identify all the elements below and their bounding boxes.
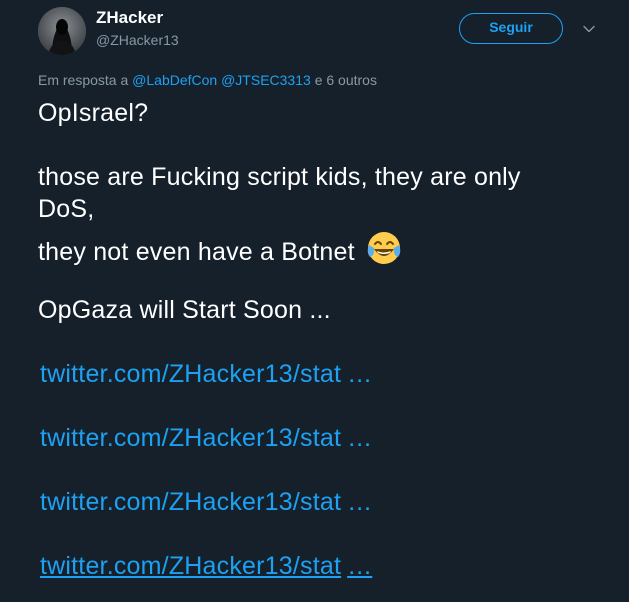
tweet-link-ellipsis: … xyxy=(347,552,373,580)
tweet-link-url: twitter.com/ZHacker13/stat xyxy=(40,552,342,580)
mention-link-labdefcon[interactable]: @LabDefCon xyxy=(132,72,217,88)
reply-prefix: Em resposta a xyxy=(38,72,129,88)
tweet-link[interactable]: twitter.com/ZHacker13/stat… xyxy=(40,358,372,390)
avatar[interactable] xyxy=(38,7,86,55)
tweet-text-line: OpGaza will Start Soon ... xyxy=(38,296,331,324)
tweet-text-line: OpIsrael? xyxy=(38,99,149,127)
tweet-link-url: twitter.com/ZHacker13/stat xyxy=(40,424,342,452)
tweet-link[interactable]: twitter.com/ZHacker13/stat… xyxy=(40,486,372,518)
tweet-link-ellipsis: … xyxy=(347,424,373,452)
reply-suffix: e 6 outros xyxy=(314,72,377,88)
tweet-link-ellipsis: … xyxy=(347,488,373,516)
tweet-text: they not even have a Botnet xyxy=(38,238,355,266)
author-handle[interactable]: @ZHacker13 xyxy=(96,31,179,49)
tweet-text-line: DoS, xyxy=(38,195,95,223)
tweet-link[interactable]: twitter.com/ZHacker13/stat… xyxy=(40,422,372,454)
hooded-figure-avatar-image xyxy=(38,7,86,55)
mention-link-jtsec3313[interactable]: @JTSEC3313 xyxy=(221,72,311,88)
chevron-down-icon[interactable] xyxy=(581,21,597,37)
tweet-link-hovered[interactable]: twitter.com/ZHacker13/stat… xyxy=(40,550,372,582)
tweet-text-line-with-emoji: they not even have a Botnet xyxy=(38,230,402,274)
tweet-link-url: twitter.com/ZHacker13/stat xyxy=(40,360,342,388)
reply-context: Em resposta a @LabDefCon @JTSEC3313 e 6 … xyxy=(38,72,377,88)
tweet-link-ellipsis: … xyxy=(347,360,373,388)
follow-button[interactable]: Seguir xyxy=(459,13,563,44)
author-display-name[interactable]: ZHacker xyxy=(96,8,163,28)
face-with-tears-of-joy-emoji xyxy=(366,230,402,274)
tweet-link-url: twitter.com/ZHacker13/stat xyxy=(40,488,342,516)
tweet-text-line: those are Fucking script kids, they are … xyxy=(38,163,521,191)
